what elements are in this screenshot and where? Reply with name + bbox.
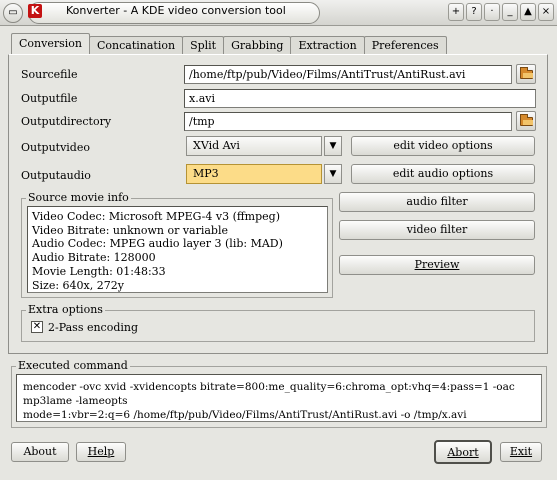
tab-grabbing[interactable]: Grabbing — [223, 36, 292, 54]
window-menu-button[interactable]: ▭ — [3, 3, 23, 23]
app-icon: K — [28, 4, 42, 18]
tab-preferences[interactable]: Preferences — [363, 36, 447, 54]
outputfile-input[interactable]: x.avi — [184, 89, 536, 108]
tab-conversion[interactable]: Conversion — [11, 33, 90, 54]
exit-button[interactable]: Exit — [500, 442, 542, 462]
video-filter-button[interactable]: video filter — [339, 220, 535, 240]
tab-extraction[interactable]: Extraction — [290, 36, 365, 54]
edit-video-options-button[interactable]: edit video options — [351, 136, 535, 156]
info-line: Audio Bitrate: 128000 — [32, 251, 156, 265]
folder-icon — [520, 67, 533, 79]
window-title: Konverter - A KDE video conversion tool — [66, 4, 286, 17]
minimize-icon[interactable]: _ — [502, 3, 518, 21]
about-button[interactable]: About — [11, 442, 69, 462]
info-line: Audio Codec: MPEG audio layer 3 (lib: MA… — [32, 237, 283, 251]
extra-options-title: Extra options — [26, 303, 105, 316]
command-line: mencoder -ovc xvid -xvidencopts bitrate=… — [23, 381, 515, 407]
maximize-icon[interactable]: ▲ — [520, 3, 536, 21]
outputdirectory-input[interactable]: /tmp — [184, 112, 512, 131]
preview-button[interactable]: Preview — [339, 255, 535, 275]
source-movie-info-title: Source movie info — [26, 191, 131, 204]
command-line: mode=1:vbr=2:q=6 /home/ftp/pub/Video/Fil… — [23, 409, 467, 421]
two-pass-checkbox[interactable]: ✕ — [31, 321, 43, 333]
outputvideo-select[interactable]: XVid Avi — [186, 136, 322, 156]
outputvideo-dropdown-arrow[interactable]: ▼ — [324, 136, 342, 156]
sticky-icon[interactable]: + — [448, 3, 464, 21]
folder-icon — [520, 114, 533, 126]
info-line: Video Codec: Microsoft MPEG-4 v3 (ffmpeg… — [32, 210, 280, 223]
help-button[interactable]: Help — [76, 442, 126, 462]
outputdirectory-browse-button[interactable] — [516, 111, 536, 131]
audio-filter-button[interactable]: audio filter — [339, 192, 535, 212]
outputfile-label: Outputfile — [21, 92, 78, 105]
sourcefile-input[interactable]: /home/ftp/pub/Video/Films/AntiTrust/Anti… — [184, 65, 512, 84]
outputaudio-dropdown-arrow[interactable]: ▼ — [324, 164, 342, 184]
outputaudio-select[interactable]: MP3 — [186, 164, 322, 184]
window-controls: + ? · _ ▲ × — [448, 3, 554, 21]
info-line: Size: 640x, 272y — [32, 278, 124, 292]
tab-bar: Conversion Concatination Split Grabbing … — [11, 33, 447, 54]
two-pass-label: 2-Pass encoding — [48, 321, 139, 334]
info-line: Video Bitrate: unknown or variable — [32, 223, 229, 237]
info-line: Movie Length: 01:48:33 — [32, 264, 166, 278]
outputdirectory-label: Outputdirectory — [21, 115, 112, 128]
help-icon[interactable]: ? — [466, 3, 482, 21]
edit-audio-options-button[interactable]: edit audio options — [351, 164, 535, 184]
title-bar: ▭ K Konverter - A KDE video conversion t… — [0, 0, 557, 26]
tab-split[interactable]: Split — [182, 36, 225, 54]
sourcefile-label: Sourcefile — [21, 68, 78, 81]
tab-concatination[interactable]: Concatination — [88, 36, 184, 54]
outputaudio-label: Outputaudio — [21, 169, 91, 182]
outputvideo-label: Outputvideo — [21, 141, 90, 154]
close-icon[interactable]: × — [538, 3, 554, 21]
abort-button[interactable]: Abort — [434, 440, 492, 464]
executed-command-title: Executed command — [16, 359, 130, 372]
shade-icon[interactable]: · — [484, 3, 500, 21]
executed-command-text: mencoder -ovc xvid -xvidencopts bitrate=… — [16, 374, 542, 422]
sourcefile-browse-button[interactable] — [516, 64, 536, 84]
source-movie-info-text: Video Codec: Microsoft MPEG-4 v3 (ffmpeg… — [27, 206, 328, 293]
